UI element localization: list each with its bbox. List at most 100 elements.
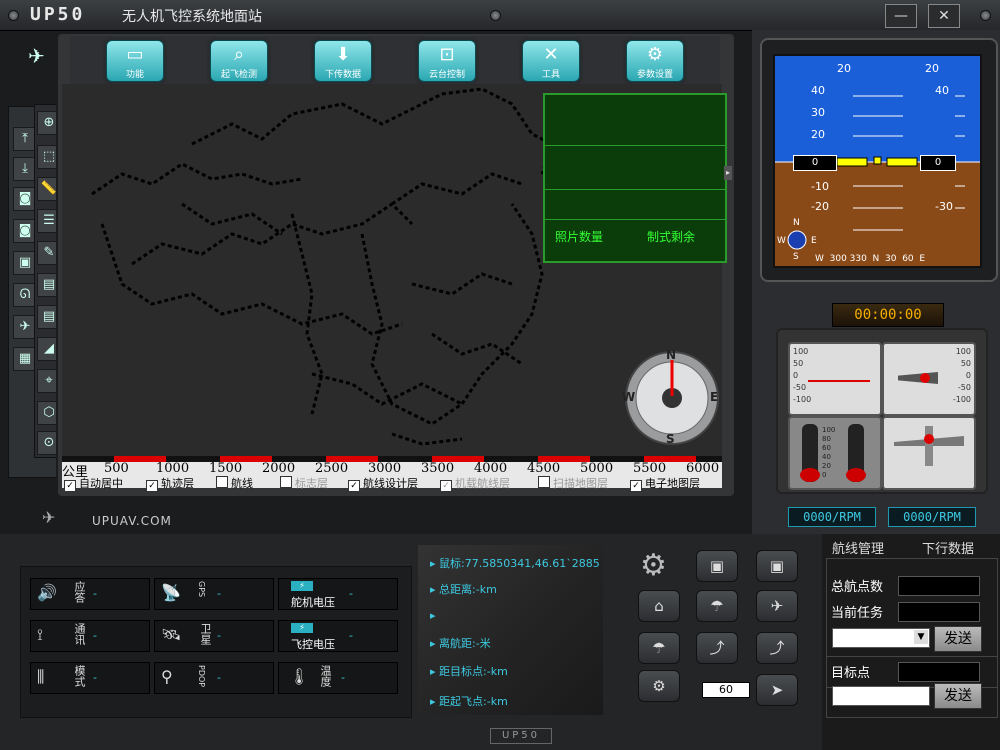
adi-w: W xyxy=(777,236,786,246)
status-cell-gps: 📡 GPS - xyxy=(154,578,274,610)
pitch-label: 40 xyxy=(935,84,949,97)
layer-track[interactable]: ✓ 轨迹层 xyxy=(146,475,194,492)
scale-label: 3500 xyxy=(421,461,455,476)
tools-button[interactable]: ✕ 工具 xyxy=(522,40,580,82)
info-off-route: ▸ 离航距:-米 xyxy=(430,637,491,650)
heading-strip: W 300 330 N 30 60 E xyxy=(815,254,926,264)
status-label: 飞控电压 xyxy=(291,638,335,651)
battery-icon: ⚡ xyxy=(291,623,313,633)
tab-route-management[interactable]: 航线管理 xyxy=(832,538,884,557)
send-task-button[interactable]: 发送 xyxy=(934,626,982,652)
minimize-button[interactable]: — xyxy=(885,4,917,28)
status-cell-comm: ⟟ 通讯 - xyxy=(30,620,150,652)
gimbal-control-button[interactable]: ⊡ 云台控制 xyxy=(418,40,476,82)
home-icon: ⌂ xyxy=(654,597,664,615)
gimbal-icon: ⊡ xyxy=(439,44,455,65)
scale-label: 5500 xyxy=(633,461,667,476)
info-to-target: ▸ 距目标点:-km xyxy=(430,665,508,678)
remote-icon: ▣ xyxy=(709,557,725,575)
speed-readout: 0 xyxy=(793,155,837,171)
close-button[interactable]: ✕ xyxy=(928,4,960,28)
title-bar: UP50 无人机飞控系统地面站 — ✕ xyxy=(0,0,1000,31)
vs-scale: 100 50 0 -50 -100 xyxy=(952,347,971,404)
scale-label: 5000 xyxy=(580,461,614,476)
status-label: 模式 xyxy=(73,665,86,687)
speaker-icon: 🔊 xyxy=(37,583,57,602)
screw xyxy=(490,10,501,21)
tools-icon: ✕ xyxy=(543,44,559,65)
download-data-button[interactable]: ⬇ 下传数据 xyxy=(314,40,372,82)
brand-url: UPUAV.COM xyxy=(92,514,172,528)
plane-icon[interactable]: ✈ xyxy=(28,44,45,68)
route-point-button[interactable]: ⤴ xyxy=(696,632,738,664)
screw xyxy=(980,10,991,21)
task-select[interactable]: ▼ xyxy=(832,628,930,648)
thermometer-icon: 🌡 xyxy=(289,667,310,686)
rpm-left: 0000/RPM xyxy=(788,507,876,527)
status-value: - xyxy=(93,671,97,684)
scale-label: 4000 xyxy=(474,461,508,476)
layer-route[interactable]: 航线 xyxy=(216,475,253,491)
sliders-icon: ⫼ xyxy=(37,667,45,686)
status-cell-servo-voltage: ⚡ 舵机电压 - xyxy=(278,578,398,610)
panel-toggle-arrow[interactable]: ▸ xyxy=(724,166,732,180)
photo-count-label: 照片数量 xyxy=(555,230,604,244)
status-cell-mode: ⫼ 模式 - xyxy=(30,662,150,694)
remote-off-icon: ▣ xyxy=(769,557,785,575)
route-point-red-button[interactable]: ⤴ xyxy=(756,632,798,664)
status-label: 卫星 xyxy=(199,623,212,645)
target-point-input[interactable] xyxy=(832,686,930,706)
altitude-readout: 0 xyxy=(920,155,956,171)
pitch-label: -10 xyxy=(811,180,829,193)
app-logo: UP50 xyxy=(30,4,86,25)
compass-n: N xyxy=(666,348,677,362)
antenna-icon: ⟟ xyxy=(37,625,43,644)
pitch-label: -20 xyxy=(811,200,829,213)
settings-label: 参数设置 xyxy=(636,70,673,80)
current-task-label: 当前任务 xyxy=(831,606,884,621)
pitch-label: -30 xyxy=(935,200,953,213)
layer-auto-center[interactable]: ✓ 自动居中 xyxy=(64,475,123,492)
rc-left-button[interactable]: ▣ xyxy=(696,550,738,582)
takeoff-button[interactable]: ✈ xyxy=(756,590,798,622)
function-button[interactable]: ▭ 功能 xyxy=(106,40,164,82)
gear-icon[interactable]: ⚙ xyxy=(640,548,667,583)
engine-parachute-button[interactable]: ☂ xyxy=(696,590,738,622)
send-target-button[interactable]: 发送 xyxy=(934,683,982,709)
layer-scan-map: 扫描地图层 xyxy=(538,475,608,491)
status-value: - xyxy=(93,587,97,600)
layer-electronic-map[interactable]: ✓ 电子地图层 xyxy=(630,475,700,492)
total-points-label: 总航点数 xyxy=(831,580,884,595)
download-data-label: 下传数据 xyxy=(324,70,361,80)
engine-button[interactable]: ⚙ xyxy=(638,670,680,702)
status-label: 通讯 xyxy=(73,623,86,645)
tools-label: 工具 xyxy=(541,70,560,80)
gimbal-control-label: 云台控制 xyxy=(428,70,465,80)
adi-e: E xyxy=(811,236,817,246)
current-task-value xyxy=(898,602,980,622)
compass: N E S W xyxy=(622,348,720,446)
function-toolbar: ▭ 功能 ⌕ 起飞检测 ⬇ 下传数据 ⊡ 云台控制 ✕ 工具 ⚙ 参数设置 xyxy=(70,36,720,86)
altitude-gauge: 100 50 0 -50 -100 xyxy=(788,342,882,416)
preflight-check-button[interactable]: ⌕ 起飞检测 xyxy=(210,40,268,82)
home-button[interactable]: ⌂ xyxy=(638,590,680,622)
parachute-button[interactable]: ☂ xyxy=(638,632,680,664)
info-mouse: ▸ 鼠标:77.5850341,46.61`2885 xyxy=(430,557,600,570)
status-value: - xyxy=(349,629,353,642)
scale-label: 4500 xyxy=(527,461,561,476)
send-speed-button[interactable]: ➤ xyxy=(756,674,798,706)
remaining-label: 制式剩余 xyxy=(647,230,696,244)
screw xyxy=(8,10,19,21)
rc-off-button[interactable]: ▣ xyxy=(756,550,798,582)
photo-panel: 照片数量 制式剩余 xyxy=(543,93,727,263)
status-label: 舵机电压 xyxy=(291,596,335,609)
compass-s: S xyxy=(666,432,675,446)
layer-route-design[interactable]: ✓ 航线设计层 xyxy=(348,475,418,492)
status-label: PDOP xyxy=(197,665,206,688)
settings-button[interactable]: ⚙ 参数设置 xyxy=(626,40,684,82)
speed-input[interactable]: 60 xyxy=(702,682,750,698)
status-value: - xyxy=(93,629,97,642)
preflight-check-label: 起飞检测 xyxy=(220,70,257,80)
turn-gauge xyxy=(882,416,976,490)
tab-downlink-data[interactable]: 下行数据 xyxy=(922,538,974,557)
